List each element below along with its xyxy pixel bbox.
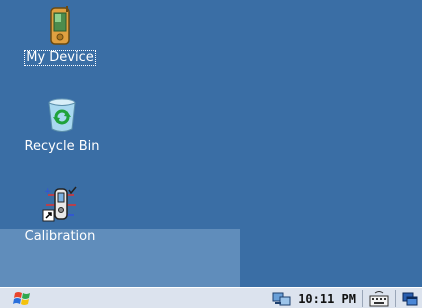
desktop-icon-my-device[interactable]: My Device [10, 6, 110, 66]
pocket-pc-icon [50, 6, 70, 45]
start-button[interactable] [10, 289, 36, 308]
recycle-bin-icon [48, 98, 76, 132]
tray-divider [395, 290, 396, 307]
svg-text:+: + [44, 187, 52, 197]
tray-divider [362, 290, 363, 307]
windows-flag-icon [13, 292, 30, 305]
desktop: My Device Recycle Bin + Calibration [0, 0, 422, 287]
calibration-shortcut-icon: + [42, 186, 77, 222]
desktop-icon-recycle-bin[interactable]: Recycle Bin [12, 95, 112, 155]
desktop-icon-label: Recycle Bin [24, 139, 100, 154]
desktop-icon-label: My Device [24, 50, 96, 66]
taskbar-clock[interactable]: 10:11 PM [298, 292, 356, 306]
desktop-icon-label: Calibration [24, 229, 96, 244]
system-tray: 10:11 PM [272, 289, 422, 308]
show-desktop-icon[interactable] [402, 291, 418, 307]
desktop-icon-calibration[interactable]: + Calibration [10, 185, 110, 245]
network-connection-icon[interactable] [272, 291, 292, 307]
input-panel-keyboard-icon[interactable] [369, 290, 389, 307]
taskbar: 10:11 PM [0, 287, 422, 308]
